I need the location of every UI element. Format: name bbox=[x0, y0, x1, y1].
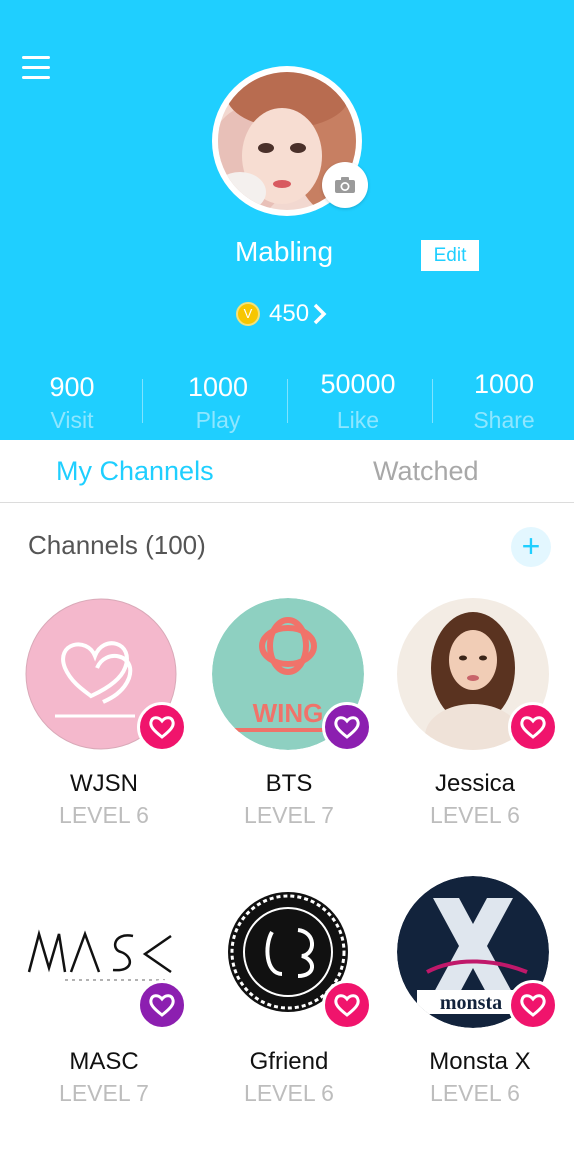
stat-label: Visit bbox=[50, 407, 94, 433]
channel-name: WJSN bbox=[70, 770, 138, 797]
channel-level: LEVEL 6 bbox=[430, 802, 520, 828]
heart-badge-icon bbox=[508, 980, 558, 1030]
tab-my-channels[interactable]: My Channels bbox=[56, 456, 214, 487]
tab-watched[interactable]: Watched bbox=[373, 456, 479, 487]
channel-card-bts[interactable]: WING BTS LEVEL 7 bbox=[194, 598, 384, 838]
channel-level: LEVEL 6 bbox=[59, 802, 149, 828]
channels-heading: Channels (100) bbox=[28, 530, 206, 560]
stat-play: 1000 Play bbox=[146, 364, 290, 434]
channel-card-masc[interactable]: MASC LEVEL 7 bbox=[9, 876, 199, 1116]
menu-icon[interactable] bbox=[22, 56, 50, 82]
coin-icon: V bbox=[236, 302, 260, 326]
profile-header: Mabling Edit V 450 900 Visit 1000 Play 5… bbox=[0, 0, 574, 440]
channel-level: LEVEL 6 bbox=[244, 1080, 334, 1106]
stat-value: 50000 bbox=[320, 369, 396, 399]
channel-level: LEVEL 6 bbox=[430, 1080, 520, 1106]
stat-visit: 900 Visit bbox=[0, 364, 144, 434]
channel-name: MASC bbox=[69, 1048, 139, 1075]
channel-name: Monsta X bbox=[429, 1048, 531, 1075]
stat-label: Like bbox=[336, 407, 380, 433]
channel-card-monsta-x[interactable]: monsta Monsta X LEVEL 6 bbox=[380, 876, 570, 1116]
channel-name: Jessica bbox=[434, 770, 516, 797]
channel-card-wjsn[interactable]: WJSN LEVEL 6 bbox=[9, 598, 199, 838]
channel-name: Gfriend bbox=[249, 1048, 329, 1075]
edit-profile-button[interactable]: Edit bbox=[421, 240, 479, 271]
svg-text:monsta: monsta bbox=[440, 992, 502, 1014]
coin-balance[interactable]: V 450 bbox=[236, 298, 328, 330]
stat-value: 1000 bbox=[473, 369, 535, 399]
chevron-right-icon bbox=[313, 303, 327, 325]
stat-value: 900 bbox=[49, 372, 95, 402]
divider bbox=[142, 379, 143, 423]
heart-badge-icon bbox=[137, 980, 187, 1030]
stat-like: 50000 Like bbox=[286, 364, 430, 434]
heart-badge-icon bbox=[322, 980, 372, 1030]
channel-name: BTS bbox=[265, 770, 313, 797]
profile-name: Mabling bbox=[234, 236, 334, 267]
heart-badge-icon bbox=[322, 702, 372, 752]
channel-level: LEVEL 7 bbox=[59, 1080, 149, 1106]
stat-share: 1000 Share bbox=[432, 364, 574, 434]
stat-value: 1000 bbox=[187, 372, 249, 402]
heart-badge-icon bbox=[508, 702, 558, 752]
heart-badge-icon bbox=[137, 702, 187, 752]
channel-card-gfriend[interactable]: Gfriend LEVEL 6 bbox=[194, 876, 384, 1116]
stat-label: Share bbox=[473, 407, 535, 433]
add-channel-button[interactable]: + bbox=[511, 527, 551, 567]
channel-tabs: My Channels Watched bbox=[0, 440, 574, 503]
channel-card-jessica[interactable]: Jessica LEVEL 6 bbox=[380, 598, 570, 838]
channel-level: LEVEL 7 bbox=[244, 802, 334, 828]
profile-stats: 900 Visit 1000 Play 50000 Like 1000 Shar… bbox=[0, 364, 574, 434]
svg-text:WING: WING bbox=[253, 698, 324, 728]
stat-label: Play bbox=[195, 407, 241, 433]
coin-count: 450 bbox=[269, 300, 310, 327]
camera-icon[interactable] bbox=[322, 162, 368, 208]
